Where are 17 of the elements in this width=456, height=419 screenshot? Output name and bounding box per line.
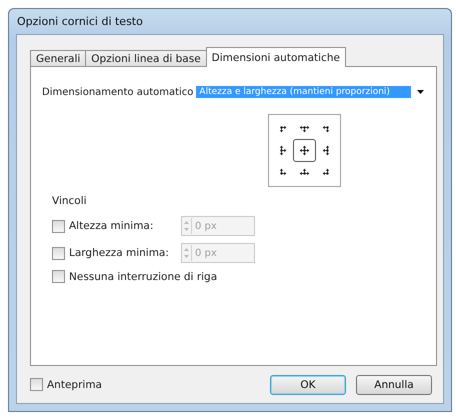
- anchor-cell[interactable]: [293, 139, 316, 162]
- tab[interactable]: Opzioni linea di base: [85, 50, 207, 67]
- checkbox-label: Nessuna interruzione di riga: [69, 270, 218, 282]
- checkbox-label: Altezza minima:: [69, 220, 154, 232]
- checkbox[interactable]: [30, 378, 43, 391]
- field-label: Dimensionamento automatico: [42, 86, 194, 98]
- dialog-button[interactable]: OK: [270, 374, 346, 394]
- anchor-arrows-icon: [299, 145, 310, 156]
- checkbox-label: Anteprima: [47, 378, 102, 390]
- checkbox-label: Larghezza minima:: [69, 247, 170, 259]
- checkbox[interactable]: [52, 270, 65, 283]
- window-title: Opzioni cornici di testo: [16, 14, 144, 30]
- dialog-button[interactable]: Annulla: [356, 374, 432, 394]
- group-title: Vincoli: [52, 195, 88, 207]
- tab[interactable]: Dimensioni automatiche: [206, 47, 346, 67]
- dropdown-caret-icon: [417, 90, 424, 94]
- tab[interactable]: Generali: [30, 50, 86, 67]
